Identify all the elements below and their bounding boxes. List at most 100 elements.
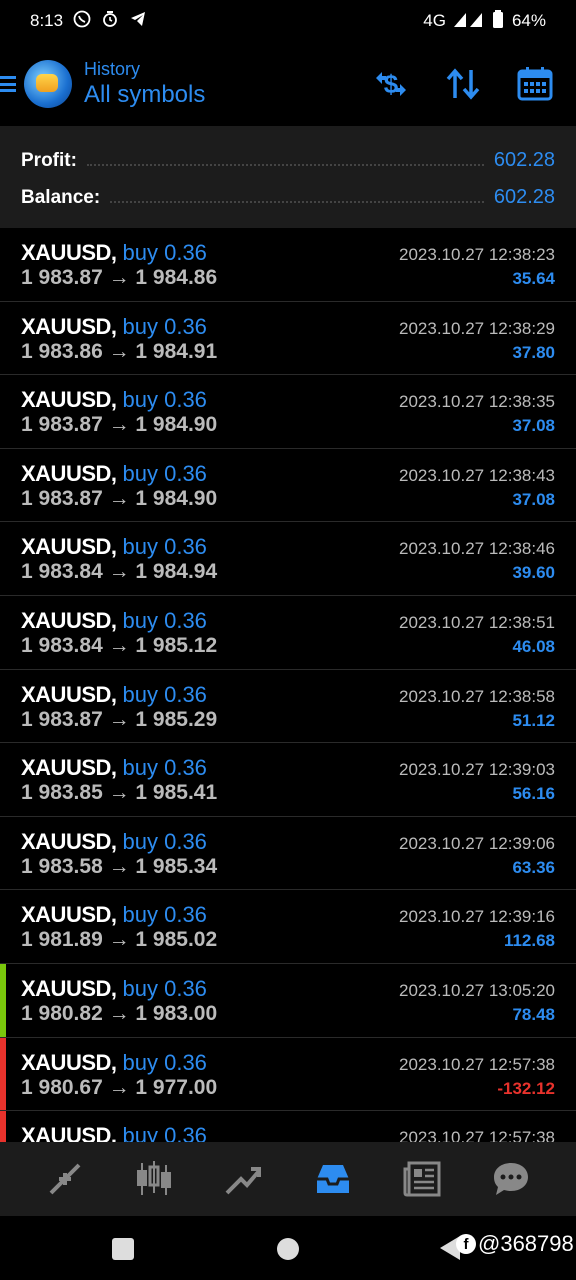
deal-symbol: XAUUSD,: [21, 460, 117, 486]
telegram-icon: [129, 10, 147, 32]
deal-status-marker: [0, 1111, 6, 1142]
deal-profit: 56.16: [512, 784, 555, 804]
deal-status-marker: [0, 1037, 6, 1111]
currency-exchange-icon[interactable]: $: [372, 65, 410, 103]
deal-status-marker: [0, 449, 6, 522]
deal-row[interactable]: XAUUSD, buy 0.36 2023.10.27 12:38:23 1 9…: [0, 228, 576, 302]
quotes-icon[interactable]: [41, 1155, 89, 1203]
deals-list[interactable]: XAUUSD, buy 0.36 2023.10.27 12:38:23 1 9…: [0, 228, 576, 1142]
deal-symbol: XAUUSD,: [21, 681, 117, 707]
deal-prices: 1 980.82 → 1 983.00: [21, 1001, 218, 1025]
deal-prices: 1 983.84 → 1 985.12: [21, 633, 218, 657]
deal-side-volume: buy 0.36: [122, 240, 207, 265]
watermark-text: @368798: [478, 1231, 574, 1256]
chat-icon[interactable]: [487, 1155, 535, 1203]
trade-icon[interactable]: [219, 1155, 267, 1203]
recent-apps-button[interactable]: [112, 1238, 134, 1260]
deal-prices: 1 983.87 → 1 985.29: [21, 707, 218, 731]
deal-row[interactable]: XAUUSD, buy 0.36 2023.10.27 12:38:43 1 9…: [0, 449, 576, 523]
deal-row[interactable]: XAUUSD, buy 0.36 2023.10.27 12:38:35 1 9…: [0, 375, 576, 449]
alarm-icon: [101, 10, 119, 32]
app-logo: [24, 60, 72, 108]
watermark: f @368798: [456, 1231, 574, 1257]
deal-symbol: XAUUSD,: [21, 902, 117, 928]
deal-symbol: XAUUSD,: [21, 313, 117, 339]
deal-status-marker: [0, 743, 6, 816]
deal-row[interactable]: XAUUSD, buy 0.36 2023.10.27 12:39:06 1 9…: [0, 817, 576, 891]
system-navigation: f @368798: [0, 1216, 576, 1280]
deal-status-marker: [0, 817, 6, 890]
deal-side-volume: buy 0.36: [122, 313, 207, 339]
status-bar: 8:13 4G 64%: [0, 0, 576, 42]
deal-side-volume: buy 0.36: [122, 681, 207, 707]
deal-row[interactable]: XAUUSD, buy 0.36 2023.10.27 13:05:20 1 9…: [0, 963, 576, 1038]
deal-row[interactable]: XAUUSD, buy 0.36 2023.10.27 12:38:58 1 9…: [0, 670, 576, 744]
deal-side-volume: buy 0.36: [122, 828, 207, 854]
deal-prices: 1 983.86 → 1 984.91: [21, 339, 218, 363]
deal-profit: 63.36: [512, 857, 555, 877]
deal-time: 2023.10.27 12:57:38: [399, 1128, 555, 1142]
svg-text:$: $: [384, 69, 399, 99]
deal-time: 2023.10.27 12:39:03: [399, 760, 555, 780]
deal-row[interactable]: XAUUSD, buy 0.36 2023.10.27 12:57:38 1 9…: [0, 1037, 576, 1112]
page-subtitle: History: [84, 59, 141, 79]
deal-profit: 46.08: [512, 636, 555, 656]
deal-row[interactable]: XAUUSD, buy 0.36 2023.10.27 12:38:29 1 9…: [0, 302, 576, 376]
deal-status-marker: [0, 596, 6, 669]
deal-status-marker: [0, 228, 6, 301]
deal-time: 2023.10.27 12:57:38: [399, 1054, 555, 1074]
deal-profit: 37.08: [512, 489, 555, 509]
deal-prices: 1 983.87 → 1 984.90: [21, 413, 218, 437]
summary-panel: Profit: 602.28 Balance: 602.28: [0, 126, 576, 228]
whatsapp-icon: [73, 10, 91, 32]
deal-side-volume: buy 0.36: [122, 975, 207, 1001]
deal-row[interactable]: XAUUSD, buy 0.36 2023.10.27 12:39:16 1 9…: [0, 890, 576, 964]
calendar-icon[interactable]: [516, 65, 554, 103]
deal-row[interactable]: XAUUSD, buy 0.36 2023.10.27 12:38:51 1 9…: [0, 596, 576, 670]
deal-symbol: XAUUSD,: [21, 828, 117, 854]
battery-icon: [492, 10, 504, 32]
deal-side-volume: buy 0.36: [122, 755, 207, 781]
dotted-leader: [110, 193, 484, 203]
deal-profit: 37.80: [512, 342, 555, 362]
chart-icon[interactable]: [130, 1155, 178, 1203]
deal-profit: -132.12: [497, 1078, 555, 1098]
app-header: History All symbols $: [0, 42, 576, 126]
deal-row[interactable]: XAUUSD, buy 0.36 2023.10.27 12:39:03 1 9…: [0, 743, 576, 817]
deal-time: 2023.10.27 12:38:51: [399, 612, 555, 632]
deal-status-marker: [0, 963, 6, 1037]
deal-side-volume: buy 0.36: [122, 1049, 207, 1075]
deal-side-volume: buy 0.36: [122, 902, 207, 928]
deal-time: 2023.10.27 12:38:35: [399, 392, 555, 412]
history-icon[interactable]: [309, 1155, 357, 1203]
deal-status-marker: [0, 302, 6, 375]
deal-symbol: XAUUSD,: [21, 755, 117, 781]
deal-row[interactable]: XAUUSD, buy 0.36 2023.10.27 12:38:46 1 9…: [0, 522, 576, 596]
clock: 8:13: [30, 11, 64, 30]
news-icon[interactable]: [398, 1155, 446, 1203]
deal-prices: 1 983.87 → 1 984.90: [21, 486, 218, 510]
home-button[interactable]: [277, 1238, 299, 1260]
network-type: 4G: [423, 11, 446, 30]
deal-prices: 1 983.58 → 1 985.34: [21, 854, 218, 878]
deal-prices: 1 983.85 → 1 985.41: [21, 781, 218, 805]
deal-time: 2023.10.27 12:38:58: [399, 686, 555, 706]
battery-level: 64%: [511, 11, 546, 30]
symbol-filter[interactable]: All symbols: [84, 80, 205, 110]
deal-time: 2023.10.27 12:39:16: [399, 907, 555, 927]
deal-symbol: XAUUSD,: [21, 607, 117, 633]
sort-icon[interactable]: [444, 65, 482, 103]
deal-prices: 1 981.89 → 1 985.02: [21, 928, 218, 952]
deal-side-volume: buy 0.36: [122, 1123, 207, 1142]
deal-status-marker: [0, 670, 6, 743]
deal-symbol: XAUUSD,: [21, 975, 117, 1001]
balance-row: Balance: 602.28: [21, 179, 555, 216]
deal-time: 2023.10.27 12:38:29: [399, 318, 555, 338]
facebook-icon: f: [456, 1234, 476, 1254]
deal-profit: 39.60: [512, 563, 555, 583]
deal-row[interactable]: XAUUSD, buy 0.36 2023.10.27 12:57:38: [0, 1111, 576, 1142]
deal-profit: 35.64: [512, 269, 555, 288]
deal-time: 2023.10.27 13:05:20: [399, 980, 555, 1000]
deal-status-marker: [0, 375, 6, 448]
menu-icon[interactable]: [0, 74, 22, 94]
